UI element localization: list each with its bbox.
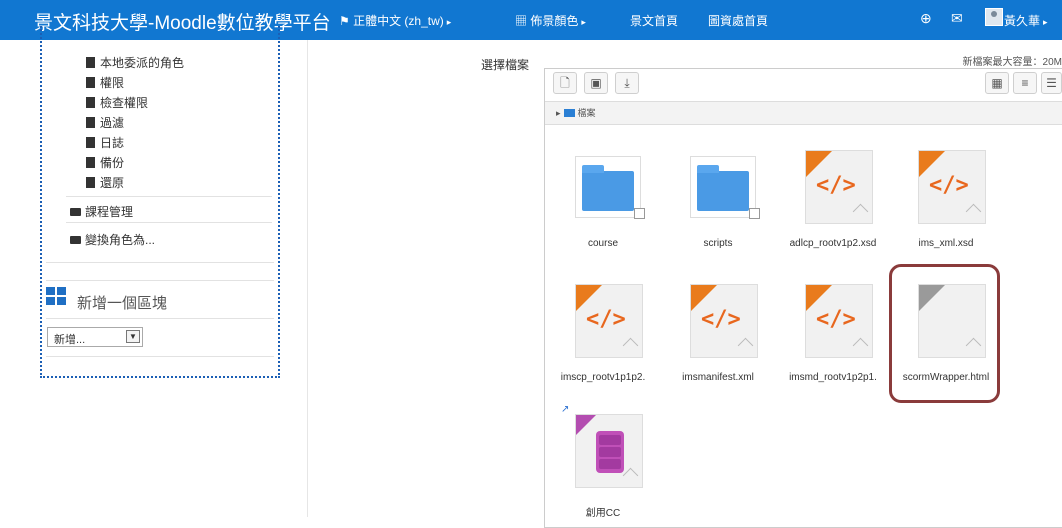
folder-icon [70,208,81,216]
tree-item-local-roles[interactable]: 本地委派的角色 [86,54,184,71]
breadcrumb[interactable]: ▸ 檔案 [556,106,596,119]
file-item-scripts[interactable]: scripts [662,148,774,253]
file-name: imsmanifest.xml [682,372,754,383]
file-name: course [587,238,618,249]
view-list-button[interactable]: ≡ [1013,72,1037,94]
tree-section-label: 變換角色為... [85,233,156,247]
file-name: imscp_rootv1p1p2. [560,372,646,383]
tree-section-switch-role[interactable]: 變換角色為... [70,231,155,248]
chevron-down-icon[interactable]: ▼ [126,330,140,343]
breadcrumb-bar [545,101,1062,125]
xml-file-icon: </> [690,284,758,358]
language-menu[interactable]: ⚑ 正體中文 (zh_tw) ▸ [339,12,451,29]
mail-icon[interactable]: ✉ [951,10,963,27]
folder-thumbnail [690,156,756,218]
divider [46,280,274,281]
view-icons-button[interactable]: ▦ [985,72,1009,94]
file-item-cc[interactable]: 創用CC [547,408,659,519]
tree-item-filters[interactable]: 過濾 [86,114,124,131]
file-item-adlcp[interactable]: </> adlcp_rootv1p2.xsd [777,144,889,249]
folder-thumbnail [575,156,641,218]
tree-item-label: 日誌 [100,136,125,150]
file-item-course[interactable]: course [547,148,659,253]
column-divider [307,40,308,517]
file-item-imsmanifest[interactable]: </> imsmanifest.xml [662,278,774,383]
tree-item-restore[interactable]: 還原 [86,174,124,191]
home-link[interactable]: 景文首頁 [630,12,678,29]
divider [46,262,274,263]
add-block-icon [46,287,68,307]
add-block-title: 新增一個區塊 [77,295,168,312]
language-label: 正體中文 (zh_tw) [353,14,444,28]
flag-icon: ⚑ [339,14,354,28]
tree-item-backup[interactable]: 備份 [86,154,124,171]
xml-file-icon: </> [805,284,873,358]
folder-icon [70,236,81,244]
tree-item-label: 本地委派的角色 [100,56,185,70]
tree-item-label: 過濾 [100,116,125,130]
xml-file-icon: </> [805,150,873,224]
create-folder-button[interactable]: ▣ [584,72,608,94]
max-size-note: 新檔案最大容量：20M [962,57,1062,68]
doc-icon [86,137,95,148]
file-name: ims_xml.xsd [918,238,974,249]
archive-file-icon [575,414,643,488]
doc-icon [86,117,95,128]
file-item-imsmd[interactable]: </> imsmd_rootv1p2p1. [777,278,889,383]
tree-item-label: 還原 [100,176,125,190]
highlight-annotation [889,264,1000,403]
divider [66,196,272,197]
grid-icon: ▦ [515,14,531,28]
theme-color-menu[interactable]: ▦ 佈景顏色 ▸ [515,12,586,29]
tree-item-check-permissions[interactable]: 檢查權限 [86,94,148,111]
file-name: adlcp_rootv1p2.xsd [789,238,877,249]
tree-item-permissions[interactable]: 權限 [86,74,124,91]
doc-icon [86,157,95,168]
tree-item-logs[interactable]: 日誌 [86,134,124,151]
breadcrumb-label: 檔案 [577,108,596,118]
file-item-imscp[interactable]: </> imscp_rootv1p1p2. [547,278,659,383]
divider [46,318,274,319]
caret-right-icon: ▸ [1043,17,1048,27]
folder-icon [563,109,575,117]
file-item-ims-xml[interactable]: </> ims_xml.xsd [890,144,1002,249]
tree-section-course-admin[interactable]: 課程管理 [70,203,133,220]
tree-section-label: 課程管理 [85,205,134,219]
caret-right-icon: ▸ [446,17,452,27]
doc-icon [86,57,95,68]
doc-icon [86,97,95,108]
divider [66,222,272,223]
theme-color-label: 佈景顏色 [530,14,579,28]
xml-file-icon: </> [575,284,643,358]
user-menu[interactable]: 黃久華 ▸ [1004,12,1048,29]
file-picker-label: 選擇檔案 [481,58,530,72]
doc-icon [86,77,95,88]
add-file-button[interactable]: 🗋 [553,72,577,94]
folder-icon [697,165,749,211]
folder-icon [582,165,634,211]
tree-item-label: 檢查權限 [100,96,149,110]
user-name: 黃久華 [1004,14,1041,28]
caret-right-icon: ▸ [581,17,586,27]
context-menu-icon[interactable] [634,208,645,219]
admin-block [40,26,280,378]
add-block-select[interactable]: 新增... ▼ [47,327,143,347]
xml-file-icon: </> [918,150,986,224]
user-avatar[interactable] [985,8,1003,26]
add-block-select-value: 新增... [54,334,86,346]
tree-item-label: 權限 [100,76,125,90]
library-home-link[interactable]: 圖資處首頁 [708,12,768,29]
file-name: imsmd_rootv1p2p1. [789,372,877,383]
context-menu-icon[interactable] [749,208,760,219]
tree-item-label: 備份 [100,156,125,170]
download-icon[interactable]: ⊕ [920,10,932,27]
doc-icon [86,177,95,188]
divider [46,356,274,357]
download-all-button[interactable]: ⤓ [615,72,639,94]
view-tree-button[interactable]: ☰ [1041,72,1062,94]
file-name: scripts [703,238,733,249]
